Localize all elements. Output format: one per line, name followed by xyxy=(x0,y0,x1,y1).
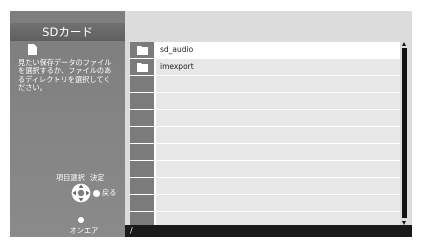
file-row-imexport[interactable]: imexport xyxy=(130,59,400,75)
file-name xyxy=(156,161,400,177)
file-name: sd_audio xyxy=(156,42,400,58)
file-row-empty xyxy=(130,110,400,126)
file-list: sd_audio imexport xyxy=(130,42,400,230)
file-row-empty xyxy=(130,195,400,211)
help-text: 見たい保存データのファイルを選択するか、ファイルのあるディレクトリを選択してくだ… xyxy=(18,58,112,92)
file-row-empty xyxy=(130,178,400,194)
ok-hint: 決定 xyxy=(90,173,105,182)
back-label: 戻る xyxy=(102,188,117,197)
scroll-up-arrow-icon[interactable] xyxy=(402,42,406,46)
file-row-empty xyxy=(130,144,400,160)
row-icon-cell xyxy=(130,59,154,75)
row-icon-cell xyxy=(130,178,154,194)
row-icon-cell xyxy=(130,76,154,92)
back-button-icon xyxy=(93,189,100,197)
screen: SDカード 見たい保存データのファイルを選択するか、ファイルのあるディレクトリを… xyxy=(0,0,422,242)
scrollbar-thumb[interactable] xyxy=(402,48,407,218)
row-icon-cell xyxy=(130,93,154,109)
file-browser: sd_audio imexport / xyxy=(125,11,412,237)
page-title: SDカード xyxy=(10,23,125,41)
file-name xyxy=(156,110,400,126)
file-name xyxy=(156,144,400,160)
row-icon-cell xyxy=(130,110,154,126)
row-icon-cell xyxy=(130,42,154,58)
file-name xyxy=(156,195,400,211)
file-row-empty xyxy=(130,127,400,143)
onair-button-icon xyxy=(78,217,84,223)
file-name xyxy=(156,93,400,109)
onair-label: オンエア xyxy=(69,226,99,235)
folder-icon xyxy=(137,63,148,72)
file-row-empty xyxy=(130,161,400,177)
file-name: imexport xyxy=(156,59,400,75)
current-path: / xyxy=(125,225,412,237)
document-icon xyxy=(28,44,37,55)
back-hint: 戻る xyxy=(93,188,116,198)
file-name xyxy=(156,76,400,92)
file-row-empty xyxy=(130,93,400,109)
dpad-icon xyxy=(71,183,91,203)
row-icon-cell xyxy=(130,127,154,143)
select-item-hint: 項目選択 xyxy=(56,173,85,182)
info-panel: SDカード 見たい保存データのファイルを選択するか、ファイルのあるディレクトリを… xyxy=(10,11,125,237)
row-icon-cell xyxy=(130,161,154,177)
file-row-empty xyxy=(130,76,400,92)
row-icon-cell xyxy=(130,195,154,211)
scrollbar[interactable] xyxy=(401,42,408,230)
file-row-sd_audio[interactable]: sd_audio xyxy=(130,42,400,58)
file-name xyxy=(156,127,400,143)
file-name xyxy=(156,178,400,194)
folder-icon xyxy=(137,46,148,55)
row-icon-cell xyxy=(130,144,154,160)
